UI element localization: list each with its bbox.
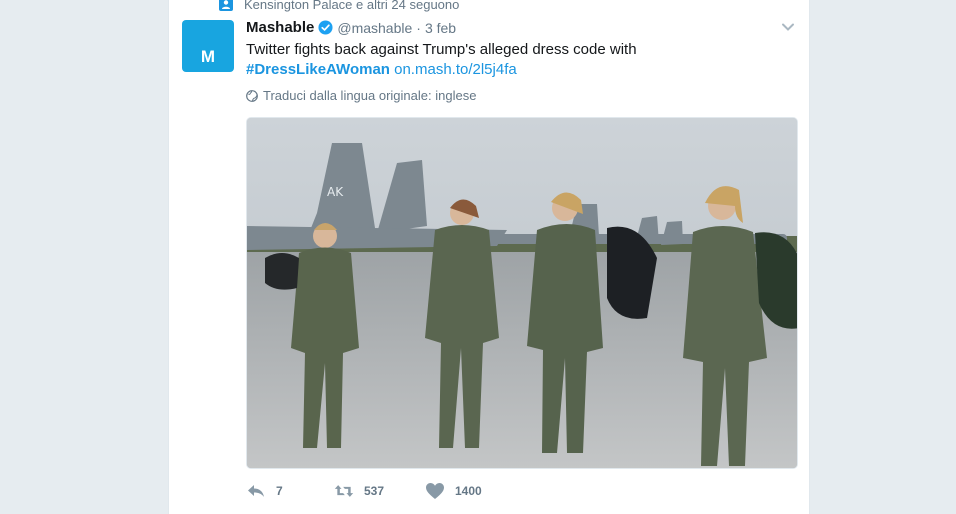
- photo-illustration: AK: [247, 118, 797, 468]
- tweet-date[interactable]: 3 feb: [425, 20, 456, 36]
- tweet-text: Twitter fights back against Trump's alle…: [246, 40, 766, 80]
- reply-button[interactable]: 7: [246, 482, 334, 500]
- tweet-text-body: Twitter fights back against Trump's alle…: [246, 41, 637, 58]
- translate-link[interactable]: Traduci dalla lingua originale: inglese: [246, 88, 476, 103]
- header-separator: ·: [416, 19, 421, 36]
- like-count: 1400: [455, 484, 482, 498]
- avatar-letter: M: [200, 47, 216, 66]
- retweet-button[interactable]: 537: [334, 482, 425, 500]
- globe-icon: [246, 89, 258, 102]
- retweet-icon: [334, 485, 354, 497]
- hashtag-link[interactable]: #DressLikeAWoman: [246, 61, 390, 78]
- social-context-text: Kensington Palace e altri 24 seguono: [244, 0, 460, 12]
- verified-badge-icon: [318, 20, 333, 35]
- reply-icon: [248, 485, 264, 497]
- heart-icon: [426, 483, 444, 499]
- url-link[interactable]: on.mash.to/2l5j4fa: [394, 61, 517, 78]
- tweet-photo[interactable]: AK: [246, 117, 798, 469]
- person-follow-icon: [219, 0, 233, 11]
- tweet-header: Mashable @mashable · 3 feb: [246, 19, 456, 36]
- avatar[interactable]: M: [182, 20, 234, 72]
- tweet-actions: 7 537 1400: [246, 482, 505, 500]
- author-handle[interactable]: @mashable: [337, 20, 412, 36]
- chevron-down-icon[interactable]: [781, 20, 795, 34]
- reply-count: 7: [276, 484, 283, 498]
- tweet-card[interactable]: Kensington Palace e altri 24 seguono M M…: [168, 0, 810, 514]
- author-name[interactable]: Mashable: [246, 19, 314, 36]
- social-context[interactable]: Kensington Palace e altri 24 seguono: [219, 0, 459, 13]
- svg-text:AK: AK: [327, 185, 344, 199]
- like-button[interactable]: 1400: [425, 482, 505, 500]
- translate-text: Traduci dalla lingua originale: inglese: [263, 88, 477, 103]
- retweet-count: 537: [364, 484, 385, 498]
